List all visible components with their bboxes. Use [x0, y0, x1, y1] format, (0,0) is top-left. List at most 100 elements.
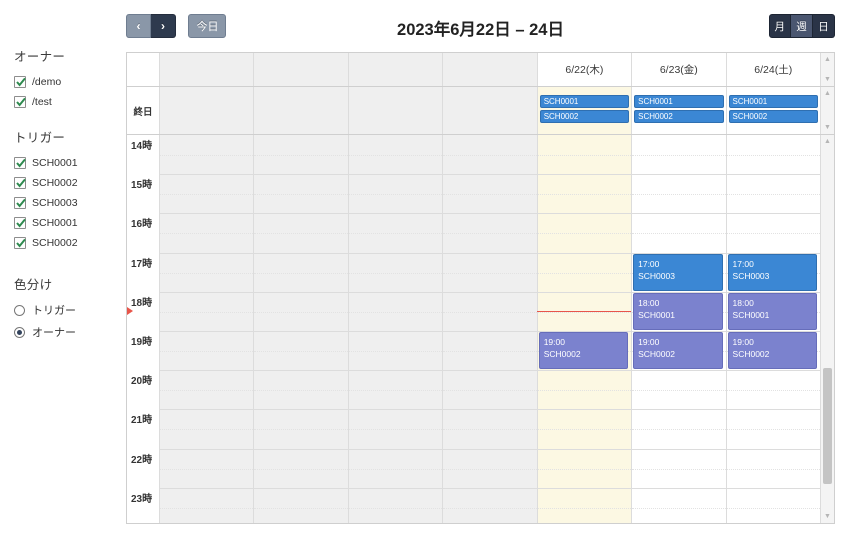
time-slot-cell[interactable] — [442, 252, 538, 292]
scroll-down-icon[interactable]: ▼ — [821, 510, 834, 523]
time-slot-cell[interactable] — [725, 174, 821, 214]
time-slot-cell[interactable] — [536, 135, 632, 175]
time-slot-cell[interactable] — [725, 213, 821, 253]
view-mode-button[interactable]: 週 — [791, 14, 813, 38]
radio-selected-icon[interactable] — [14, 326, 25, 338]
time-slot-cell[interactable] — [159, 370, 254, 410]
time-slot-cell[interactable] — [442, 487, 538, 523]
allday-event[interactable]: SCH0001 — [539, 95, 630, 108]
trigger-filter-row[interactable]: SCH0002 — [14, 173, 122, 192]
checkbox-checked-icon[interactable] — [14, 196, 26, 209]
time-slot-cell[interactable] — [536, 252, 632, 292]
time-slot-cell[interactable] — [347, 370, 443, 410]
time-slot-cell[interactable] — [631, 487, 726, 523]
time-slot-cell[interactable] — [536, 487, 632, 523]
time-slot-cell[interactable] — [159, 448, 254, 488]
time-slot-cell[interactable] — [536, 409, 632, 449]
time-slot-cell[interactable] — [536, 370, 632, 410]
next-period-button[interactable]: › — [151, 14, 176, 38]
scroll-up-icon[interactable]: ▲ — [821, 53, 834, 66]
radio-unselected-icon[interactable] — [14, 304, 25, 316]
time-slot-cell[interactable] — [631, 409, 726, 449]
time-slot-cell[interactable] — [442, 291, 538, 331]
time-slot-cell[interactable] — [725, 135, 821, 175]
time-slot-cell[interactable] — [631, 370, 726, 410]
colorby-option[interactable]: オーナー — [14, 322, 122, 342]
time-slot-cell[interactable] — [725, 370, 821, 410]
trigger-filter-row[interactable]: SCH0003 — [14, 193, 122, 212]
allday-event[interactable]: SCH0001 — [634, 95, 724, 108]
allday-cell-3[interactable] — [442, 87, 537, 134]
time-slot-cell[interactable] — [253, 291, 349, 331]
time-slot-cell[interactable] — [253, 409, 349, 449]
calendar-event[interactable]: 19:00 SCH0002 — [538, 332, 629, 370]
time-slot-cell[interactable] — [536, 291, 632, 331]
time-slot-cell[interactable] — [253, 213, 349, 253]
checkbox-checked-icon[interactable] — [14, 156, 26, 169]
allday-event[interactable]: SCH0002 — [634, 110, 724, 123]
allday-cell-2[interactable] — [347, 87, 443, 134]
time-slot-cell[interactable] — [725, 409, 821, 449]
allday-cell-1[interactable] — [253, 87, 348, 134]
time-slot-cell[interactable] — [159, 174, 254, 214]
time-slot-cell[interactable] — [442, 448, 538, 488]
allday-event[interactable]: SCH0001 — [728, 95, 818, 108]
trigger-filter-row[interactable]: SCH0001 — [14, 213, 122, 232]
scrollbar-thumb[interactable] — [823, 367, 832, 485]
body-scrollbar[interactable]: ▲ ▼ — [820, 135, 834, 523]
time-slot-cell[interactable] — [442, 135, 538, 175]
time-slot-cell[interactable] — [159, 135, 254, 175]
time-slot-cell[interactable] — [536, 213, 632, 253]
time-slot-cell[interactable] — [159, 291, 254, 331]
time-slot-cell[interactable] — [442, 174, 538, 214]
time-slot-cell[interactable] — [159, 409, 254, 449]
trigger-filter-row[interactable]: SCH0001 — [14, 153, 122, 172]
time-slot-cell[interactable] — [442, 330, 538, 371]
calendar-event[interactable]: 19:00 SCH0002 — [727, 332, 817, 370]
time-slot-cell[interactable] — [347, 330, 443, 371]
time-slot-cell[interactable] — [631, 213, 726, 253]
checkbox-checked-icon[interactable] — [14, 216, 26, 229]
time-slot-cell[interactable] — [253, 448, 349, 488]
scroll-down-icon[interactable]: ▼ — [821, 121, 834, 134]
time-slot-cell[interactable] — [536, 448, 632, 488]
owner-filter-row[interactable]: /test — [14, 92, 122, 111]
time-slot-cell[interactable] — [347, 252, 443, 292]
owner-filter-row[interactable]: /demo — [14, 72, 122, 91]
time-slot-cell[interactable] — [631, 135, 726, 175]
view-mode-button[interactable]: 日 — [813, 14, 835, 38]
checkbox-checked-icon[interactable] — [14, 75, 26, 88]
scroll-up-icon[interactable]: ▲ — [821, 135, 834, 148]
time-slot-cell[interactable] — [725, 448, 821, 488]
calendar-event[interactable]: 17:00 SCH0003 — [727, 253, 817, 291]
time-slot-cell[interactable] — [159, 213, 254, 253]
time-slot-cell[interactable] — [725, 487, 821, 523]
calendar-event[interactable]: 18:00 SCH0001 — [727, 292, 817, 330]
time-slot-cell[interactable] — [347, 213, 443, 253]
time-grid-body[interactable]: 14時 15時 16時 17時 18時 19時 20時 21時 22時 23時 19:00 SCH0… — [127, 135, 834, 523]
trigger-filter-row[interactable]: SCH0002 — [14, 233, 122, 252]
allday-cell-0[interactable] — [159, 87, 254, 134]
checkbox-checked-icon[interactable] — [14, 236, 26, 249]
time-slot-cell[interactable] — [347, 448, 443, 488]
calendar-event[interactable]: 17:00 SCH0003 — [633, 253, 723, 291]
time-slot-cell[interactable] — [159, 252, 254, 292]
checkbox-checked-icon[interactable] — [14, 176, 26, 189]
time-slot-cell[interactable] — [159, 330, 254, 371]
calendar-event[interactable]: 18:00 SCH0001 — [633, 292, 723, 330]
colorby-option[interactable]: トリガー — [14, 300, 122, 320]
time-slot-cell[interactable] — [536, 174, 632, 214]
time-slot-cell[interactable] — [347, 291, 443, 331]
allday-cell-6[interactable]: SCH0001 SCH0002 — [725, 87, 820, 134]
view-mode-button[interactable]: 月 — [768, 14, 791, 38]
time-slot-cell[interactable] — [347, 174, 443, 214]
time-slot-cell[interactable] — [159, 487, 254, 523]
time-slot-cell[interactable] — [253, 370, 349, 410]
time-slot-cell[interactable] — [442, 370, 538, 410]
scroll-down-icon[interactable]: ▼ — [821, 73, 834, 86]
allday-cell-5[interactable]: SCH0001 SCH0002 — [631, 87, 726, 134]
time-slot-cell[interactable] — [253, 135, 349, 175]
time-slot-cell[interactable] — [442, 409, 538, 449]
checkbox-checked-icon[interactable] — [14, 95, 26, 108]
time-slot-cell[interactable] — [631, 174, 726, 214]
